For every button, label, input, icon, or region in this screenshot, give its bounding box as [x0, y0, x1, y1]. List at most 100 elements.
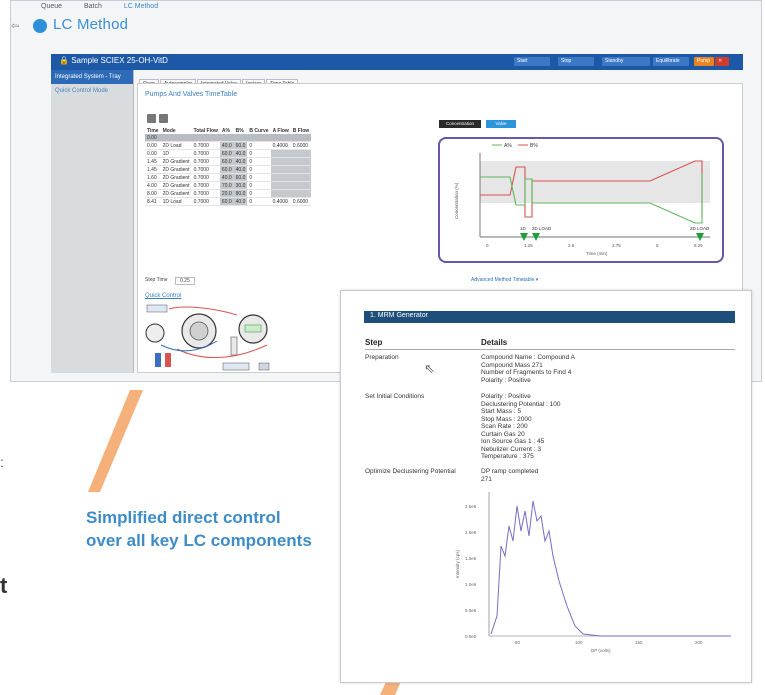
table-cell[interactable]: 0: [247, 173, 271, 182]
table-cell[interactable]: 2D Gradient: [160, 165, 192, 174]
table-cell[interactable]: 0.6000: [290, 197, 312, 206]
table-cell[interactable]: 60.0: [233, 173, 248, 182]
table-cell[interactable]: 40.0: [233, 197, 248, 206]
advanced-method-link[interactable]: Advanced Method Timetable ▾: [471, 277, 538, 283]
table-cell[interactable]: 2D Gradient: [160, 173, 192, 182]
table-cell[interactable]: 2D Gradient: [160, 157, 192, 166]
detector-box[interactable]: [222, 362, 250, 371]
table-cell[interactable]: 2D Gradient: [160, 181, 192, 190]
table-row[interactable]: 0.00 2D Load 0.7000 40.0 60.0 0 0.4000 0.6000: [145, 141, 312, 150]
table-cell[interactable]: 1D: [160, 149, 192, 158]
table-cell[interactable]: 70.0: [219, 181, 234, 190]
standby-button[interactable]: Standby: [602, 57, 650, 66]
table-row[interactable]: 0.00: [145, 134, 312, 142]
table-cell[interactable]: [290, 157, 312, 166]
table-cell[interactable]: 60.0: [219, 149, 234, 158]
table-cell[interactable]: 0.7000: [191, 141, 220, 150]
table-cell[interactable]: [270, 189, 291, 198]
table-row[interactable]: 8.41 1D Load 0.7000 60.0 40.0 0 0.4000 0.6000: [145, 197, 312, 206]
table-cell[interactable]: [290, 189, 312, 198]
table-cell[interactable]: [270, 181, 291, 190]
table-cell[interactable]: [290, 134, 312, 142]
valve-small-icon[interactable]: [145, 323, 165, 343]
table-cell[interactable]: 0.00: [145, 134, 161, 142]
table-cell[interactable]: [270, 149, 291, 158]
table-cell[interactable]: 1.45: [145, 165, 161, 174]
menu-item-batch[interactable]: Batch: [84, 3, 102, 10]
table-cell[interactable]: 0: [247, 165, 271, 174]
table-cell[interactable]: 1.60: [145, 173, 161, 182]
menu-item-queue[interactable]: Queue: [41, 3, 62, 10]
table-row[interactable]: 1.60 2D Gradient 0.7000 40.0 60.0 0: [145, 173, 312, 182]
table-cell[interactable]: 60.0: [219, 197, 234, 206]
back-arrow-icon[interactable]: ⇦: [11, 21, 19, 32]
table-cell[interactable]: 60.0: [219, 157, 234, 166]
table-cell[interactable]: [270, 173, 291, 182]
table-cell[interactable]: 0: [247, 197, 271, 206]
close-button[interactable]: ✕: [715, 57, 729, 66]
step-time-input[interactable]: 0.25: [175, 277, 195, 285]
concentration-button[interactable]: Concentration: [439, 120, 481, 128]
table-cell[interactable]: 8.41: [145, 197, 161, 206]
sidebar-item-integrated-system[interactable]: Integrated System - Tray: [51, 70, 133, 84]
table-row[interactable]: 8.00 2D Gradient 0.7000 20.0 80.0 0: [145, 189, 312, 198]
table-cell[interactable]: 0.7000: [191, 197, 220, 206]
table-cell[interactable]: [247, 134, 271, 142]
table-cell[interactable]: 1D Load: [160, 197, 192, 206]
table-cell[interactable]: 0: [247, 149, 271, 158]
table-cell[interactable]: 60.0: [233, 141, 248, 150]
table-cell[interactable]: 2D Load: [160, 141, 192, 150]
table-cell[interactable]: 0: [247, 157, 271, 166]
table-cell[interactable]: [191, 134, 220, 142]
table-cell[interactable]: 30.0: [233, 181, 248, 190]
table-cell[interactable]: 0.7000: [191, 149, 220, 158]
table-cell[interactable]: 2D Gradient: [160, 189, 192, 198]
table-cell[interactable]: 0: [247, 189, 271, 198]
table-cell[interactable]: 40.0: [219, 173, 234, 182]
table-cell[interactable]: 0.7000: [191, 189, 220, 198]
table-cell[interactable]: 1.45: [145, 157, 161, 166]
delete-row-icon[interactable]: [159, 114, 168, 123]
table-cell[interactable]: [290, 181, 312, 190]
table-cell[interactable]: [160, 134, 192, 142]
table-cell[interactable]: 80.0: [233, 189, 248, 198]
quick-control-link[interactable]: Quick Control: [145, 293, 181, 299]
table-cell[interactable]: 0.4000: [270, 141, 291, 150]
table-cell[interactable]: 0.7000: [191, 157, 220, 166]
table-cell[interactable]: [219, 134, 234, 142]
pump-box[interactable]: [146, 304, 168, 313]
table-cell[interactable]: 0.6000: [290, 141, 312, 150]
table-cell[interactable]: [270, 165, 291, 174]
table-row[interactable]: 1.45 2D Gradient 0.7000 60.0 40.0 0: [145, 165, 312, 174]
table-cell[interactable]: 40.0: [233, 157, 248, 166]
sidebar-item-quick-control[interactable]: Quick Control Mode: [55, 88, 108, 94]
table-row[interactable]: 1.45 2D Gradient 0.7000 60.0 40.0 0: [145, 157, 312, 166]
table-cell[interactable]: 0.7000: [191, 181, 220, 190]
table-cell[interactable]: 0.7000: [191, 165, 220, 174]
table-row[interactable]: 4.00 2D Gradient 0.7000 70.0 30.0 0: [145, 181, 312, 190]
stop-button[interactable]: Stop: [558, 57, 594, 66]
equilibrate-button[interactable]: Equilibrate: [653, 57, 689, 66]
table-cell[interactable]: 40.0: [233, 165, 248, 174]
table-cell[interactable]: 40.0: [219, 141, 234, 150]
start-button[interactable]: Start: [514, 57, 550, 66]
table-cell[interactable]: [270, 157, 291, 166]
table-cell[interactable]: 0: [247, 141, 271, 150]
table-row[interactable]: 0.00 1D 0.7000 60.0 40.0 0: [145, 149, 312, 158]
add-row-icon[interactable]: [147, 114, 156, 123]
table-cell[interactable]: 0.00: [145, 141, 161, 150]
table-cell[interactable]: 0.00: [145, 149, 161, 158]
table-cell[interactable]: 60.0: [219, 165, 234, 174]
menu-item-lc-method[interactable]: LC Method: [124, 3, 158, 10]
table-cell[interactable]: [290, 165, 312, 174]
table-cell[interactable]: [233, 134, 248, 142]
table-cell[interactable]: 0: [247, 181, 271, 190]
table-cell[interactable]: [270, 134, 291, 142]
table-cell[interactable]: 40.0: [233, 149, 248, 158]
table-cell[interactable]: 20.0: [219, 189, 234, 198]
pump-button[interactable]: Pump: [694, 57, 714, 66]
table-cell[interactable]: 0.7000: [191, 173, 220, 182]
table-cell[interactable]: 8.00: [145, 189, 161, 198]
table-cell[interactable]: [290, 173, 312, 182]
valve-button[interactable]: Valve: [486, 120, 516, 128]
